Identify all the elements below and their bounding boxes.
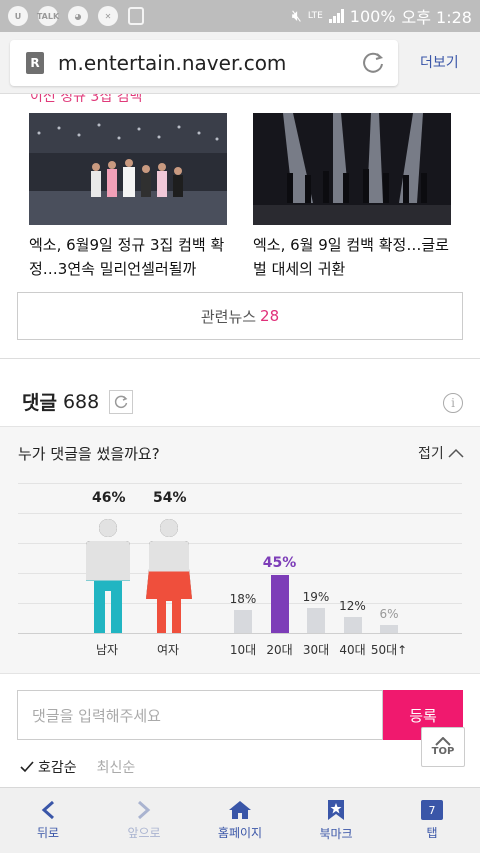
battery-level: 100% xyxy=(349,6,396,26)
divider xyxy=(0,358,480,359)
partial-header: 이전 정규 3집 컴백 xyxy=(30,94,143,102)
signal-icon xyxy=(328,9,344,23)
male-figure-icon xyxy=(86,519,130,633)
related-news-button[interactable]: 관련뉴스 28 xyxy=(17,292,463,340)
age-percent: 12% xyxy=(339,599,366,614)
grid-line xyxy=(18,483,462,484)
news-title[interactable]: 엑소, 6월9일 정규 3집 컴백 확정…3연속 밀리언셀러될까 xyxy=(29,233,229,281)
clock: 오후 1:28 xyxy=(401,8,472,27)
female-percent: 54% xyxy=(153,490,187,506)
forward-label: 앞으로 xyxy=(127,826,161,840)
character-icon: ◕ xyxy=(68,6,88,26)
reload-icon[interactable] xyxy=(360,50,386,76)
bookmark-button[interactable]: 북마크 xyxy=(288,788,384,853)
news-card[interactable]: 엑소, 6월 9일 컴백 확정…글로벌 대세의 귀환 xyxy=(253,113,453,281)
news-thumbnail[interactable] xyxy=(29,113,227,225)
chevron-left-icon xyxy=(41,800,54,820)
female-figure-icon xyxy=(146,519,192,633)
age-label: 50대↑ xyxy=(370,643,408,657)
home-icon xyxy=(229,801,251,819)
info-icon[interactable]: i xyxy=(443,393,463,413)
age-bar xyxy=(270,574,289,633)
refresh-icon xyxy=(115,395,128,408)
network-type: LTE xyxy=(307,10,323,21)
clipboard-icon xyxy=(128,7,144,25)
app-notification-icon: U xyxy=(8,6,28,26)
age-bar xyxy=(343,617,362,633)
home-label: 홈페이지 xyxy=(217,826,263,840)
comment-refresh-button[interactable] xyxy=(109,389,134,414)
mute-icon: 🔇︎ xyxy=(291,6,302,25)
related-news-label: 관련뉴스 xyxy=(200,307,257,326)
bookmark-icon xyxy=(328,800,344,820)
comment-input-placeholder: 댓글을 입력해주세요 xyxy=(32,706,161,725)
forward-button[interactable]: 앞으로 xyxy=(96,788,192,853)
url-text[interactable]: m.entertain.naver.com xyxy=(58,51,286,75)
news-thumbnail[interactable] xyxy=(253,113,451,225)
kakaotalk-icon: TALK xyxy=(37,6,59,26)
age-label: 40대 xyxy=(339,643,366,657)
age-percent: 6% xyxy=(379,607,399,622)
tabs-label: 탭 xyxy=(426,826,438,840)
status-bar: U TALK ◕ ✕ 🔇︎ LTE 100% 오후 1:28 xyxy=(0,0,480,32)
age-percent: 45% xyxy=(262,554,297,571)
chevron-right-icon xyxy=(138,800,151,820)
browser-toolbar: R m.entertain.naver.com 더보기 xyxy=(0,32,480,94)
sort-popular[interactable]: 호감순 xyxy=(20,757,77,777)
comment-count: 688 xyxy=(62,390,100,413)
related-news-count: 28 xyxy=(260,307,280,325)
back-button[interactable]: 뒤로 xyxy=(0,788,96,853)
address-bar[interactable]: R m.entertain.naver.com xyxy=(10,40,398,86)
reader-mode-icon[interactable]: R xyxy=(26,52,44,74)
grid-baseline xyxy=(18,633,462,634)
comment-label: 댓글 xyxy=(22,392,57,414)
age-percent: 19% xyxy=(302,590,330,605)
tabs-button[interactable]: 7 탭 xyxy=(384,788,480,853)
age-label: 20대 xyxy=(266,643,293,657)
comment-stats-panel: 누가 댓글을 썼을까요? 접기 46% 54% 남자 여자 18% 10대 45… xyxy=(0,426,480,674)
age-bar xyxy=(380,625,398,633)
home-button[interactable]: 홈페이지 xyxy=(192,788,288,853)
bookmark-label: 북마크 xyxy=(319,827,353,841)
grid-line xyxy=(18,513,462,514)
sort-latest[interactable]: 최신순 xyxy=(97,757,136,777)
tabs-icon: 7 xyxy=(421,800,443,820)
fold-label: 접기 xyxy=(418,446,444,462)
chevron-up-icon xyxy=(435,737,451,746)
age-label: 30대 xyxy=(302,643,330,657)
missed-call-icon: ✕ xyxy=(98,6,118,26)
female-label: 여자 xyxy=(157,643,180,657)
more-button[interactable]: 더보기 xyxy=(420,52,459,72)
sort-popular-label: 호감순 xyxy=(38,760,77,776)
news-card[interactable]: 엑소, 6월9일 정규 3집 컴백 확정…3연속 밀리언셀러될까 xyxy=(29,113,229,281)
male-percent: 46% xyxy=(92,490,126,506)
comment-header: 댓글 688 xyxy=(22,388,134,415)
comment-sort: 호감순 최신순 xyxy=(20,757,135,777)
age-bar xyxy=(234,609,252,633)
stats-question: 누가 댓글을 썼을까요? xyxy=(18,445,160,463)
news-title[interactable]: 엑소, 6월 9일 컴백 확정…글로벌 대세의 귀환 xyxy=(253,233,453,281)
chevron-up-icon xyxy=(448,448,464,458)
male-label: 남자 xyxy=(96,643,119,657)
age-label: 10대 xyxy=(229,643,257,657)
check-icon xyxy=(20,761,34,773)
age-bar xyxy=(307,608,325,633)
age-percent: 18% xyxy=(229,591,257,606)
fold-button[interactable]: 접기 xyxy=(418,443,464,463)
top-label: TOP xyxy=(431,746,455,757)
comment-input[interactable]: 댓글을 입력해주세요 xyxy=(17,690,383,740)
browser-bottom-nav: 뒤로 앞으로 홈페이지 북마크 7 탭 xyxy=(0,787,480,853)
back-label: 뒤로 xyxy=(36,826,60,840)
scroll-top-button[interactable]: TOP xyxy=(421,727,465,767)
